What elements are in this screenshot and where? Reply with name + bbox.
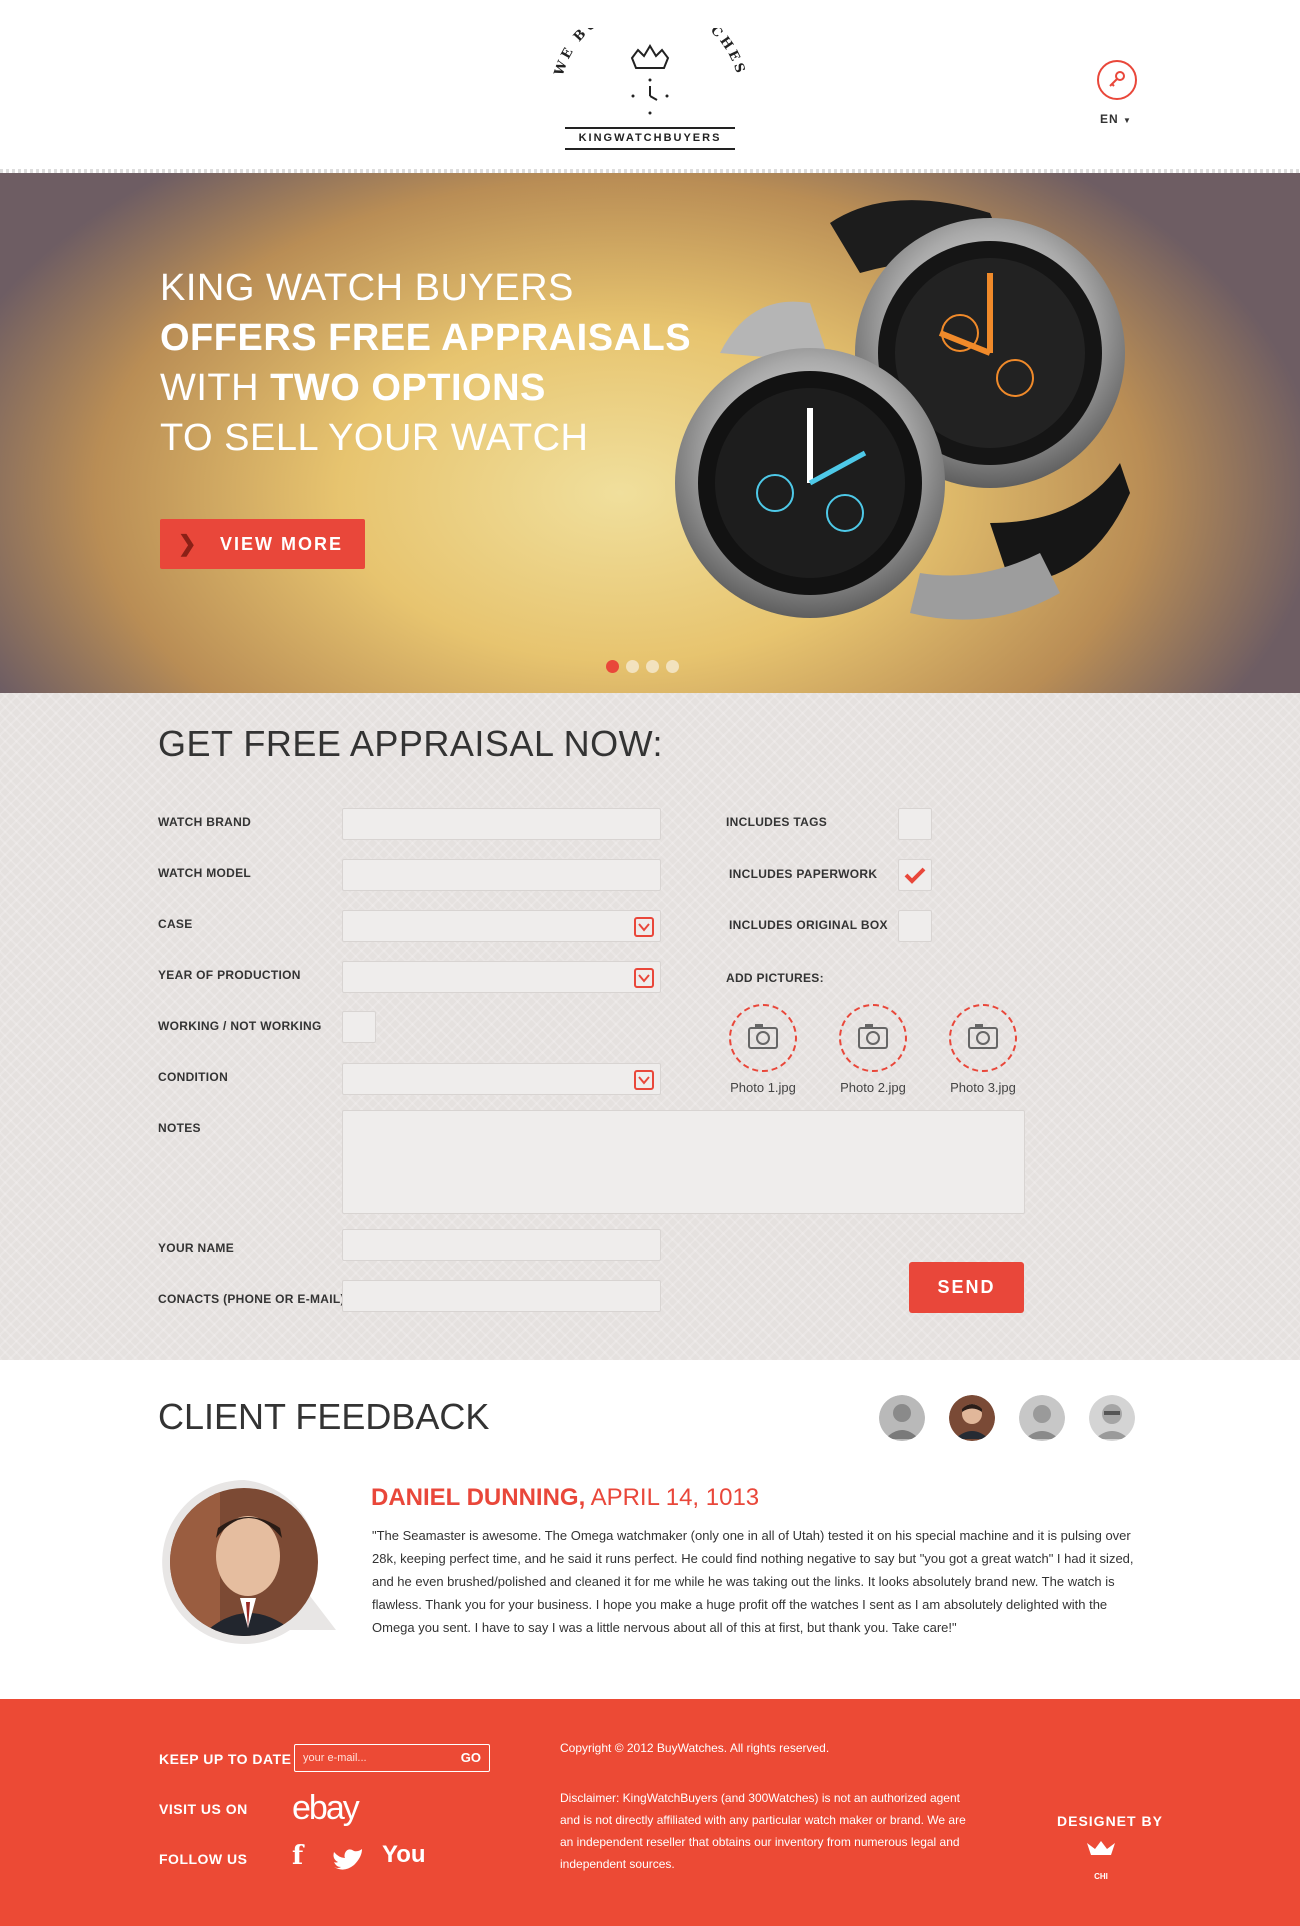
client-avatar-3[interactable]: [1019, 1395, 1065, 1441]
checkmark-icon: [904, 867, 926, 884]
slider-dot-2[interactable]: [626, 660, 639, 673]
hero-line-3-prefix: WITH: [160, 367, 271, 409]
slider-dot-3[interactable]: [646, 660, 659, 673]
language-selector[interactable]: EN ▼: [1100, 112, 1140, 126]
slider-dot-1[interactable]: [606, 660, 619, 673]
logo-wordmark: KINGWATCHBUYERS: [565, 127, 735, 150]
hero-line-4: TO SELL YOUR WATCH: [160, 417, 589, 459]
svg-text:WE BUY FINE WATCHES: WE BUY FINE WATCHES: [552, 28, 749, 79]
includes-paperwork-checkbox[interactable]: [898, 859, 932, 891]
label-working: WORKING / NOT WORKING: [158, 1019, 322, 1033]
your-name-input[interactable]: [342, 1229, 661, 1261]
year-select[interactable]: [342, 961, 661, 993]
client-avatar-4[interactable]: [1089, 1395, 1135, 1441]
chevron-down-icon: [634, 968, 654, 988]
label-contacts: CONACTS (PHONE OR E-MAIL): [158, 1292, 345, 1306]
newsletter-go-button[interactable]: GO: [461, 1750, 481, 1765]
label-includes-paperwork: INCLUDES PAPERWORK: [729, 867, 878, 881]
client-name: DANIEL DUNNING,: [371, 1484, 586, 1511]
facebook-icon[interactable]: f: [292, 1841, 303, 1871]
youtube-icon[interactable]: You: [382, 1841, 426, 1869]
hero-line-2-text: OFFERS FREE APPRAISALS: [160, 317, 692, 359]
site-footer: KEEP UP TO DATE your e-mail... GO VISIT …: [0, 1699, 1300, 1926]
hero-line-3: WITH TWO OPTIONS: [160, 363, 691, 413]
client-avatar-2[interactable]: [949, 1395, 995, 1441]
label-condition: CONDITION: [158, 1070, 229, 1084]
keep-up-label: KEEP UP TO DATE: [159, 1751, 292, 1767]
label-your-name: YOUR NAME: [158, 1241, 235, 1255]
hero-line-2: OFFERS FREE APPRAISALS: [160, 313, 691, 363]
label-watch-brand: WATCH BRAND: [158, 815, 252, 829]
feedback-quote: "The Seamaster is awesome. The Omega wat…: [372, 1528, 1134, 1635]
feedback-title: CLIENT FEEDBACK: [158, 1396, 490, 1437]
crown-icon: [630, 44, 670, 69]
hero-line-3-bold: TWO OPTIONS: [270, 367, 546, 409]
follow-us-label: FOLLOW US: [159, 1851, 248, 1867]
hero-banner: KING WATCH BUYERS OFFERS FREE APPRAISALS…: [0, 173, 1300, 693]
camera-icon: [949, 1004, 1017, 1072]
site-header: WE BUY FINE WATCHES KINGWATCHBUYERS EN ▼: [0, 0, 1300, 173]
visit-us-label: VISIT US ON: [159, 1801, 248, 1817]
logo-arc-text: WE BUY FINE WATCHES: [552, 28, 746, 79]
label-year: YEAR OF PRODUCTION: [158, 968, 301, 982]
watches-image: [675, 200, 1130, 620]
working-checkbox[interactable]: [342, 1011, 376, 1043]
designer-mark: CHI: [1094, 1872, 1108, 1881]
client-name-date: DANIEL DUNNING, APRIL 14, 1013: [371, 1484, 759, 1512]
designed-by-label: DESIGNET BY: [1057, 1813, 1163, 1829]
email-placeholder: your e-mail...: [303, 1752, 367, 1764]
photo-upload-2[interactable]: Photo 2.jpg: [839, 1004, 907, 1095]
watch-brand-input[interactable]: [342, 808, 661, 840]
photo-upload-1[interactable]: Photo 1.jpg: [729, 1004, 797, 1095]
condition-select[interactable]: [342, 1063, 661, 1095]
disclaimer-text: Disclaimer: KingWatchBuyers (and 300Watc…: [560, 1791, 966, 1871]
photo-upload-3[interactable]: Photo 3.jpg: [949, 1004, 1017, 1095]
copyright-text: Copyright © 2012 BuyWatches. All rights …: [560, 1741, 830, 1755]
client-feedback: CLIENT FEEDBACK DANIEL DUNNING, APRIL 14…: [0, 1360, 1300, 1699]
logo-emblem: WE BUY FINE WATCHES: [552, 28, 749, 115]
slider-dot-4[interactable]: [666, 660, 679, 673]
label-case: CASE: [158, 917, 193, 931]
language-label: EN: [1100, 112, 1119, 126]
label-includes-box: INCLUDES ORIGINAL BOX: [729, 918, 888, 932]
client-avatar-1[interactable]: [879, 1395, 925, 1441]
view-more-label: VIEW MORE: [220, 534, 344, 554]
case-select[interactable]: [342, 910, 661, 942]
slider-dots: [606, 660, 686, 678]
photo-filename: Photo 3.jpg: [950, 1080, 1016, 1095]
photo-filename: Photo 2.jpg: [840, 1080, 906, 1095]
hero-line-1: KING WATCH BUYERS: [160, 267, 574, 309]
caret-down-icon: ▼: [1123, 116, 1132, 125]
watch-model-input[interactable]: [342, 859, 661, 891]
form-title: GET FREE APPRAISAL NOW:: [158, 723, 663, 764]
send-button[interactable]: SEND: [909, 1262, 1024, 1313]
designer-logo[interactable]: CHI: [1085, 1839, 1117, 1881]
label-watch-model: WATCH MODEL: [158, 866, 252, 880]
camera-icon: [729, 1004, 797, 1072]
camera-icon: [839, 1004, 907, 1072]
photo-filename: Photo 1.jpg: [730, 1080, 796, 1095]
twitter-icon[interactable]: [332, 1847, 364, 1880]
notes-textarea[interactable]: [342, 1110, 1025, 1214]
chevron-right-icon: ❯: [178, 531, 199, 556]
includes-tags-checkbox[interactable]: [898, 808, 932, 840]
appraisal-form: GET FREE APPRAISAL NOW: WATCH BRAND WATC…: [0, 693, 1300, 1360]
includes-box-checkbox[interactable]: [898, 910, 932, 942]
label-add-pictures: ADD PICTURES:: [726, 971, 824, 985]
key-icon: [1109, 71, 1125, 87]
feedback-date: APRIL 14, 1013: [585, 1484, 760, 1511]
contacts-input[interactable]: [342, 1280, 661, 1312]
featured-client-photo: [160, 1478, 336, 1648]
login-button[interactable]: [1097, 60, 1137, 100]
chevron-down-icon: [634, 1070, 654, 1090]
newsletter-email-input[interactable]: your e-mail... GO: [294, 1744, 490, 1772]
ebay-logo-link[interactable]: ebay: [292, 1789, 360, 1828]
chevron-down-icon: [634, 917, 654, 937]
view-more-button[interactable]: ❯ VIEW MORE: [160, 519, 365, 569]
label-notes: NOTES: [158, 1121, 201, 1135]
site-logo[interactable]: WE BUY FINE WATCHES KINGWATCHBUYERS: [550, 28, 750, 152]
hero-headline: KING WATCH BUYERS OFFERS FREE APPRAISALS…: [160, 263, 691, 463]
label-includes-tags: INCLUDES TAGS: [726, 815, 828, 829]
designer-crown-icon: [1087, 1841, 1115, 1855]
